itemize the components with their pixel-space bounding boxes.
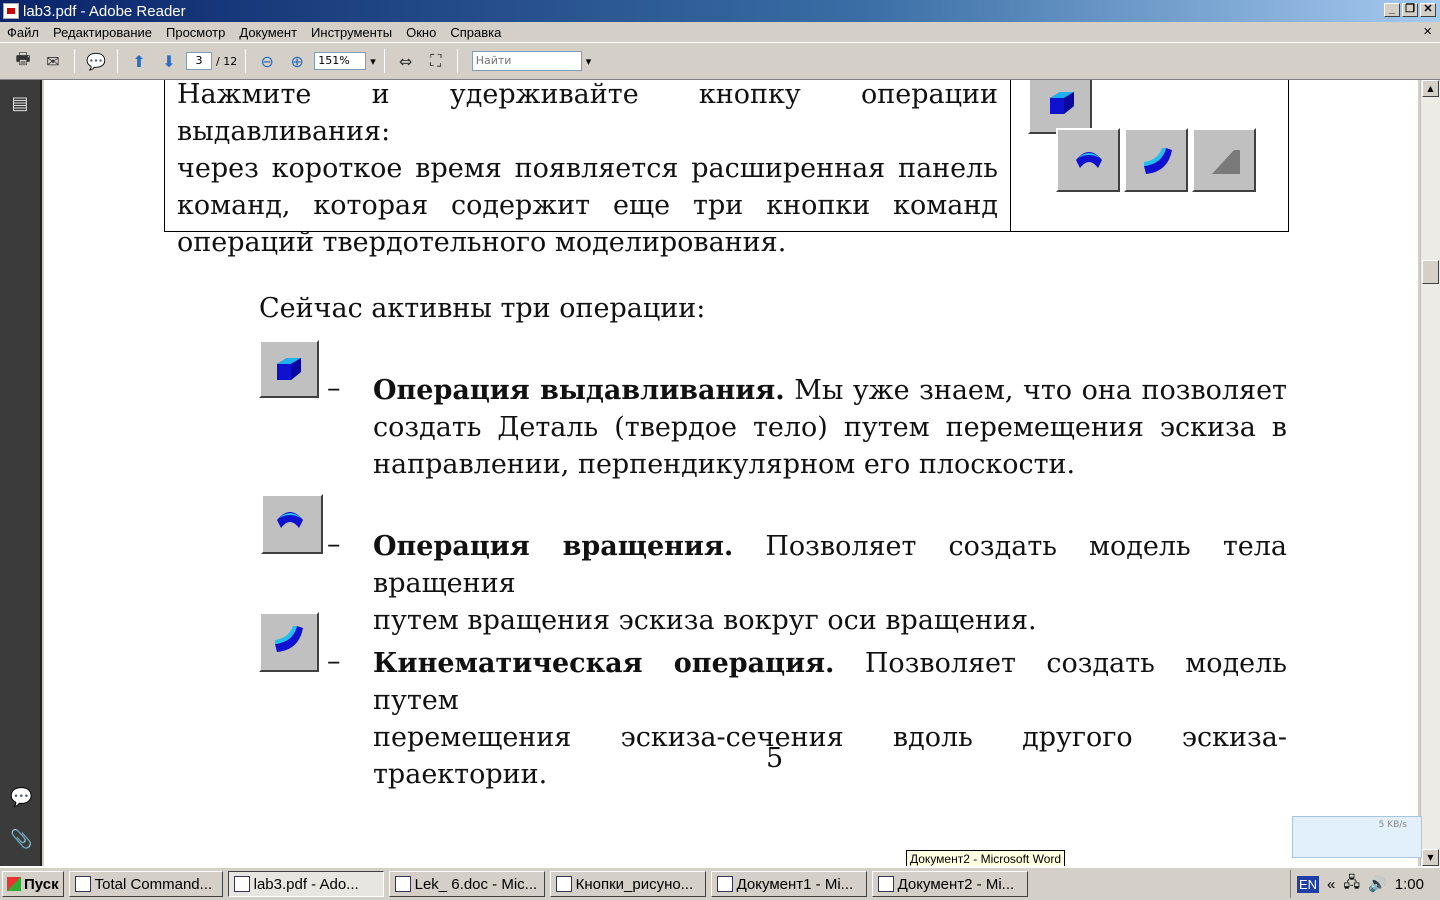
zoom-select[interactable]: 151%: [314, 52, 367, 70]
task-word-doc2[interactable]: Документ2 - Mi...: [871, 871, 1028, 897]
tray-expand-icon[interactable]: «: [1327, 876, 1335, 893]
comment-icon[interactable]: 💬: [83, 48, 109, 74]
list-dash: –: [327, 373, 341, 404]
table-text: Нажмите и удерживайте кнопку операции вы…: [165, 80, 1011, 258]
find-dropdown-icon[interactable]: ▾: [586, 55, 592, 68]
list-dash: –: [327, 646, 341, 677]
task-adobe-reader[interactable]: lab3.pdf - Ado...: [227, 871, 384, 897]
chevron-down-icon[interactable]: ▾: [370, 55, 376, 68]
vertical-scrollbar[interactable]: ▲ ▼: [1420, 80, 1440, 866]
volume-icon[interactable]: 🔊: [1368, 875, 1387, 893]
page-total: / 12: [216, 54, 238, 68]
language-indicator[interactable]: EN: [1296, 875, 1320, 893]
fit-width-icon[interactable]: ⇔: [393, 48, 419, 74]
menu-help[interactable]: Справка: [443, 25, 508, 40]
taskbar: Пуск Total Command... lab3.pdf - Ado... …: [0, 866, 1440, 900]
navigation-sidebar: ▤ 💬 📎: [0, 80, 42, 866]
print-icon[interactable]: 🖶: [10, 48, 36, 74]
menu-file[interactable]: Файл: [0, 25, 46, 40]
window-title: lab3.pdf - Adobe Reader: [23, 2, 186, 20]
zoom-in-icon[interactable]: ⊕: [284, 48, 310, 74]
intro-text: Сейчас активны три операции:: [259, 293, 706, 324]
pdf-icon: [3, 3, 19, 19]
toolbar: 🖶 ✉ 💬 ⬆ ⬇ 3 / 12 ⊖ ⊕ 151% ▾ ⇔ ⛶ Найти ▾: [0, 42, 1440, 80]
maximize-button[interactable]: ❐: [1402, 3, 1418, 17]
doc-close-icon[interactable]: ×: [1423, 23, 1432, 40]
loft-icon: [1192, 128, 1256, 192]
list-item: – Кинематическая операция. Позволяет соз…: [259, 612, 1289, 790]
menu-document[interactable]: Документ: [232, 25, 304, 40]
item-title: Операция вращения.: [373, 531, 734, 562]
rotation-icon: [1056, 128, 1120, 192]
extrusion-icon: [259, 340, 319, 398]
word-icon: [716, 876, 733, 892]
find-input[interactable]: Найти: [471, 51, 582, 71]
menu-tools[interactable]: Инструменты: [304, 25, 399, 40]
table-image: [1012, 80, 1290, 232]
list-item: – Операция выдавливания. Мы уже знаем, ч…: [259, 340, 1289, 490]
info-table: Нажмите и удерживайте кнопку операции вы…: [164, 80, 1290, 258]
prev-page-icon[interactable]: ⬆: [126, 48, 152, 74]
list-dash: –: [327, 529, 341, 560]
document-view: Нажмите и удерживайте кнопку операции вы…: [44, 80, 1418, 866]
email-icon[interactable]: ✉: [40, 48, 66, 74]
menu-view[interactable]: Просмотр: [159, 25, 232, 40]
task-word-doc1[interactable]: Документ1 - Mi...: [710, 871, 867, 897]
title-bar: lab3.pdf - Adobe Reader _ ❐ ✕: [0, 0, 1440, 22]
rotation-icon: [261, 494, 323, 554]
page-number: 5: [766, 743, 784, 774]
item-title: Операция выдавливания.: [373, 375, 785, 406]
attachment-icon[interactable]: 📎: [10, 830, 32, 850]
page-number-input[interactable]: 3: [186, 52, 212, 70]
minimize-button[interactable]: _: [1384, 3, 1400, 17]
comments-icon[interactable]: 💬: [10, 788, 32, 808]
zoom-out-icon[interactable]: ⊖: [254, 48, 280, 74]
word-icon: [877, 876, 894, 892]
menu-edit[interactable]: Редактирование: [46, 25, 159, 40]
start-button[interactable]: Пуск: [2, 871, 64, 897]
menu-window[interactable]: Окно: [399, 25, 443, 40]
scroll-up-icon[interactable]: ▲: [1422, 80, 1439, 97]
scroll-down-icon[interactable]: ▼: [1422, 849, 1439, 866]
menu-bar: Файл Редактирование Просмотр Документ Ин…: [0, 22, 1440, 42]
network-widget: 5 KB/s: [1292, 816, 1422, 858]
kinematic-icon: [1124, 128, 1188, 192]
task-total-commander[interactable]: Total Command...: [68, 871, 223, 897]
system-tray: EN « 🖧 🔊 1:00: [1289, 870, 1440, 898]
task-word-lek6[interactable]: Lek_ 6.doc - Mic...: [388, 871, 545, 897]
fit-page-icon[interactable]: ⛶: [423, 48, 449, 74]
word-icon: [555, 876, 572, 892]
list-item: – Операция вращения. Позволяет создать м…: [259, 494, 1289, 636]
close-button[interactable]: ✕: [1420, 3, 1436, 17]
clock[interactable]: 1:00: [1395, 876, 1424, 893]
scroll-thumb[interactable]: [1422, 260, 1439, 284]
network-icon[interactable]: 🖧: [1343, 872, 1360, 897]
word-icon: [394, 876, 411, 892]
kinematic-icon: [259, 612, 319, 672]
next-page-icon[interactable]: ⬇: [156, 48, 182, 74]
total-commander-icon: [74, 876, 91, 892]
extrusion-icon: [1028, 80, 1092, 134]
task-word-knopki[interactable]: Кнопки_рисуно...: [549, 871, 706, 897]
pages-icon[interactable]: ▤: [10, 94, 30, 114]
item-title: Кинематическая операция.: [373, 648, 835, 679]
pdf-icon: [233, 876, 250, 892]
